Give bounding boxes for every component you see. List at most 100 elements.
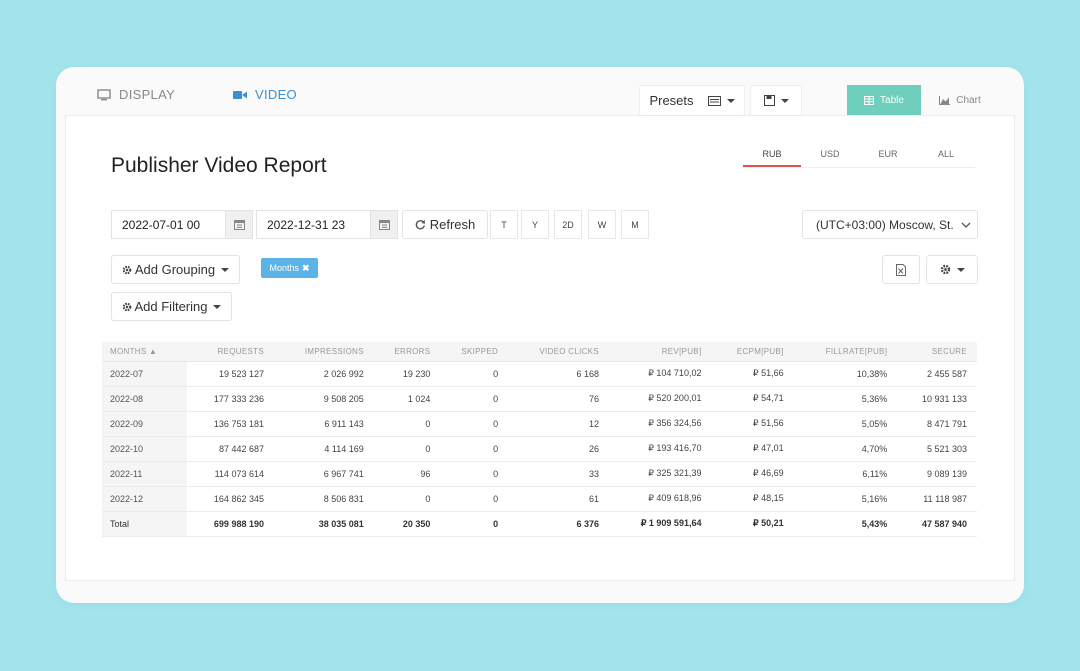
export-excel-button[interactable] [882,255,920,284]
table-cell: 9 508 205 [273,386,374,412]
table-cell: 2022-10 [102,436,187,462]
grouping-tag-label: Months [269,263,299,273]
monitor-icon [97,88,111,100]
table-cell: 61 [508,486,609,512]
table-cell: 177 333 236 [187,386,274,412]
table-cell: 6 168 [508,361,609,387]
chevron-down-icon [961,222,971,228]
table-cell: 0 [440,511,509,537]
view-table-button[interactable]: Table [847,85,921,116]
column-header-impressions[interactable]: IMPRESSIONS [273,342,374,362]
quick-range-today[interactable]: T [490,210,518,239]
video-camera-icon [233,90,247,99]
currency-tab-eur[interactable]: EUR [859,146,917,167]
table-cell: 47 587 940 [897,511,977,537]
table-cell: ₽ 520 200,01 [608,386,712,412]
table-cell: 11 118 987 [897,486,977,512]
table-row: 2022-08 177 333 236 9 508 205 1 024 0 76 ₽ 520… [102,386,977,412]
timezone-select[interactable]: (UTC+03:00) Moscow, St. [802,210,978,239]
table-cell: 87 442 687 [187,436,274,462]
view-chart-label: Chart [956,95,981,106]
gear-icon [940,264,950,275]
table-row: 2022-09 136 753 181 6 911 143 0 0 12 ₽ 356 324… [102,411,977,437]
table-cell: 136 753 181 [187,411,274,437]
date-to-value: 2022-12-31 23 [267,217,346,232]
column-header-ecpm-pub[interactable]: ECPM[PUB] [711,342,794,362]
table-cell: 19 523 127 [187,361,274,387]
table-cell: 19 230 [373,361,441,387]
refresh-button[interactable]: Refresh [402,210,488,239]
calendar-to-button[interactable] [370,211,397,238]
tab-display-label: DISPLAY [119,87,176,102]
date-to-field[interactable]: 2022-12-31 23 [256,210,398,239]
table-cell: 33 [508,461,609,487]
table-cell: 2022-12 [102,486,187,512]
table-cell: 2022-09 [102,411,187,437]
report-card: DISPLAY VIDEO Presets Table Chart Publis… [56,67,1024,603]
presets-dropdown[interactable]: Presets [639,85,745,116]
column-header-secure[interactable]: SECURE [897,342,977,362]
view-table-label: Table [880,95,904,106]
table-cell: 4 114 169 [273,436,374,462]
column-header-fillrate-pub[interactable]: FILLRATE[PUB] [793,342,898,362]
gear-icon [122,302,131,311]
column-header-rev-pub[interactable]: REV[PUB] [608,342,712,362]
column-header-video-clicks[interactable]: VIDEO CLICKS [508,342,609,362]
quick-range-month[interactable]: M [621,210,649,239]
quick-range-week[interactable]: W [588,210,616,239]
table-row: 2022-07 19 523 127 2 026 992 19 230 0 6 168 ₽ … [102,361,977,387]
date-from-field[interactable]: 2022-07-01 00 [111,210,253,239]
grouping-tag-months[interactable]: Months ✖ [261,258,318,278]
table-cell: 2 026 992 [273,361,374,387]
tab-video[interactable]: VIDEO [233,87,297,102]
calendar-from-button[interactable] [225,211,252,238]
table-cell: 5,05% [793,411,898,437]
save-preset-dropdown[interactable] [750,85,802,116]
table-cell: 5 521 303 [897,436,977,462]
close-icon[interactable]: ✖ [302,263,310,274]
quick-range-yesterday[interactable]: Y [521,210,549,239]
currency-tab-usd[interactable]: USD [801,146,859,167]
tab-video-label: VIDEO [255,87,297,102]
column-header-requests[interactable]: REQUESTS [187,342,274,362]
column-header-months[interactable]: MONTHS ▲ [102,342,187,362]
table-cell: 0 [373,436,441,462]
save-icon [763,95,775,106]
table-cell: 5,36% [793,386,898,412]
add-grouping-label: Add Grouping [134,262,216,277]
column-header-skipped[interactable]: SKIPPED [440,342,509,362]
table-cell: 0 [440,436,509,462]
area-chart-icon [939,96,951,105]
view-chart-button[interactable]: Chart [930,85,990,116]
quick-range-2d[interactable]: 2D [554,210,582,239]
tab-display[interactable]: DISPLAY [97,87,175,102]
table-cell: 0 [440,361,509,387]
table-cell: 6,11% [793,461,898,487]
table-cell: ₽ 104 710,02 [608,361,712,387]
table-cell: 2022-11 [102,461,187,487]
settings-dropdown[interactable] [926,255,978,284]
table-cell: Total [102,511,187,537]
add-grouping-button[interactable]: Add Grouping [111,255,240,284]
currency-tab-all[interactable]: ALL [917,146,975,167]
chevron-down-icon [213,304,222,309]
table-row: 2022-10 87 442 687 4 114 169 0 0 26 ₽ 193 416,… [102,436,977,462]
add-filtering-label: Add Filtering [134,299,208,314]
table-cell: 0 [373,411,441,437]
currency-tab-rub[interactable]: RUB [743,146,801,167]
table-cell: 0 [440,386,509,412]
table-cell: 38 035 081 [273,511,374,537]
chevron-down-icon [726,98,735,103]
table-cell: ₽ 51,56 [711,411,794,437]
table-cell: 76 [508,386,609,412]
column-header-errors[interactable]: ERRORS [373,342,441,362]
excel-file-icon [896,263,906,276]
table-cell: ₽ 46,69 [711,461,794,487]
add-filtering-button[interactable]: Add Filtering [111,292,232,321]
table-cell: 0 [440,461,509,487]
table-cell: ₽ 48,15 [711,486,794,512]
table-total-row: Total 699 988 190 38 035 081 20 350 0 6 376 ₽ … [102,511,977,537]
table-cell: ₽ 1 909 591,64 [608,511,712,537]
chevron-down-icon [956,267,965,272]
table-cell: 114 073 614 [187,461,274,487]
